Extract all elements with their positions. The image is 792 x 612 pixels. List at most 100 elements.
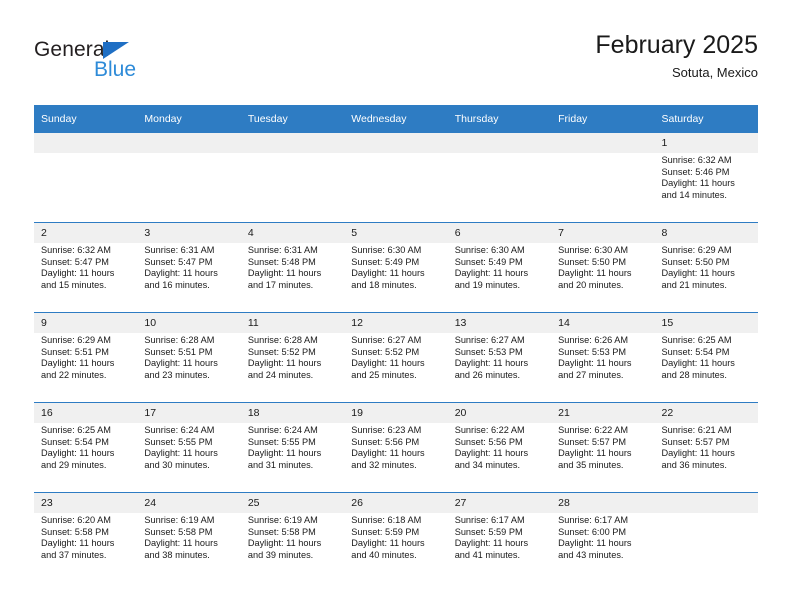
calendar-day-cell[interactable]: 7 Sunrise: 6:30 AM Sunset: 5:50 PM Daylight…	[551, 222, 655, 313]
day-number: 15	[654, 313, 758, 333]
sunrise-text: Sunrise: 6:19 AM	[144, 515, 215, 525]
calendar-header-row: Sunday Monday Tuesday Wednesday Thursday…	[34, 105, 758, 133]
calendar-day-cell[interactable]: 4 Sunrise: 6:31 AM Sunset: 5:48 PM Daylight…	[240, 222, 345, 313]
day-details: Sunrise: 6:27 AM Sunset: 5:53 PM Daylight:…	[448, 333, 551, 381]
sunset-text: Sunset: 5:49 PM	[454, 256, 523, 267]
calendar-day-cell[interactable]: 20 Sunrise: 6:22 AM Sunset: 5:56 PM Dayligh…	[447, 402, 552, 493]
sunrise-text: Sunrise: 6:30 AM	[351, 245, 422, 255]
calendar-day-cell[interactable]: 27 Sunrise: 6:17 AM Sunset: 5:59 PM Dayligh…	[447, 492, 552, 582]
sunrise-text: Sunrise: 6:21 AM	[661, 425, 732, 435]
calendar-day-cell[interactable]: 6 Sunrise: 6:30 AM Sunset: 5:49 PM Daylight…	[447, 222, 552, 313]
calendar-day-cell[interactable]: 28 Sunrise: 6:17 AM Sunset: 6:00 PM Dayligh…	[551, 492, 655, 582]
day-cell-inner: 15 Sunrise: 6:25 AM Sunset: 5:54 PM Dayligh…	[654, 313, 758, 402]
daylight-text-line1: Daylight: 11 hours	[144, 268, 218, 279]
location-subtitle: Sotuta, Mexico	[672, 65, 758, 80]
sunset-text: Sunset: 5:58 PM	[41, 526, 109, 537]
sunset-text: Sunset: 5:56 PM	[454, 436, 523, 447]
day-details: Sunrise: 6:24 AM Sunset: 5:55 PM Daylight:…	[241, 423, 344, 471]
day-details: Sunrise: 6:27 AM Sunset: 5:52 PM Daylight:…	[344, 333, 447, 381]
daylight-text-line2: and 30 minutes.	[144, 459, 210, 470]
sunrise-text: Sunrise: 6:22 AM	[454, 425, 525, 435]
daylight-text-line1: Daylight: 11 hours	[41, 448, 115, 459]
day-cell-inner: 1 Sunrise: 6:32 AM Sunset: 5:46 PM Daylight…	[654, 133, 758, 222]
calendar-day-cell[interactable]: 24 Sunrise: 6:19 AM Sunset: 5:58 PM Dayligh…	[137, 492, 241, 582]
day-number	[240, 133, 345, 153]
daylight-text-line1: Daylight: 11 hours	[41, 268, 115, 279]
day-cell-inner: 28 Sunrise: 6:17 AM Sunset: 6:00 PM Dayligh…	[551, 493, 655, 582]
calendar-day-cell[interactable]: 16 Sunrise: 6:25 AM Sunset: 5:54 PM Dayligh…	[34, 402, 138, 493]
calendar-day-cell[interactable]: 22 Sunrise: 6:21 AM Sunset: 5:57 PM Dayligh…	[654, 402, 758, 493]
daylight-text-line2: and 14 minutes.	[661, 189, 727, 200]
sunrise-text: Sunrise: 6:32 AM	[41, 245, 111, 255]
sunset-text: Sunset: 5:51 PM	[41, 346, 109, 357]
calendar-day-cell[interactable]: 12 Sunrise: 6:27 AM Sunset: 5:52 PM Dayligh…	[344, 312, 448, 403]
calendar-body: 1 Sunrise: 6:32 AM Sunset: 5:46 PM Daylight…	[34, 133, 758, 582]
sunset-text: Sunset: 6:00 PM	[558, 526, 627, 537]
calendar-day-cell[interactable]: 3 Sunrise: 6:31 AM Sunset: 5:47 PM Daylight…	[137, 222, 241, 313]
calendar-day-cell[interactable]: 11 Sunrise: 6:28 AM Sunset: 5:52 PM Dayligh…	[240, 312, 345, 403]
calendar-day-cell[interactable]: 23 Sunrise: 6:20 AM Sunset: 5:58 PM Dayligh…	[34, 492, 138, 582]
calendar-day-cell[interactable]: 9 Sunrise: 6:29 AM Sunset: 5:51 PM Daylight…	[34, 312, 138, 403]
calendar-day-cell[interactable]: 21 Sunrise: 6:22 AM Sunset: 5:57 PM Dayligh…	[551, 402, 655, 493]
day-number: 2	[34, 223, 138, 243]
day-cell-inner: 8 Sunrise: 6:29 AM Sunset: 5:50 PM Daylight…	[654, 223, 758, 312]
daylight-text-line2: and 25 minutes.	[351, 369, 417, 380]
calendar-week-row: 16 Sunrise: 6:25 AM Sunset: 5:54 PM Dayligh…	[34, 402, 758, 493]
daylight-text-line1: Daylight: 11 hours	[351, 268, 425, 279]
calendar-day-cell[interactable]: 2 Sunrise: 6:32 AM Sunset: 5:47 PM Daylight…	[34, 222, 138, 313]
day-cell-inner: 27 Sunrise: 6:17 AM Sunset: 5:59 PM Dayligh…	[447, 493, 552, 582]
daylight-text-line2: and 23 minutes.	[144, 369, 210, 380]
day-number: 12	[344, 313, 448, 333]
calendar-cell-empty	[240, 133, 345, 223]
calendar-week-row: 9 Sunrise: 6:29 AM Sunset: 5:51 PM Daylight…	[34, 312, 758, 403]
sunrise-text: Sunrise: 6:29 AM	[41, 335, 111, 345]
sunrise-text: Sunrise: 6:26 AM	[558, 335, 629, 345]
calendar-day-cell[interactable]: 15 Sunrise: 6:25 AM Sunset: 5:54 PM Dayligh…	[654, 312, 758, 403]
sunrise-text: Sunrise: 6:27 AM	[454, 335, 525, 345]
daylight-text-line1: Daylight: 11 hours	[247, 268, 322, 279]
sunset-text: Sunset: 5:54 PM	[661, 346, 730, 357]
calendar-day-cell[interactable]: 13 Sunrise: 6:27 AM Sunset: 5:53 PM Dayligh…	[447, 312, 552, 403]
sunset-text: Sunset: 5:57 PM	[661, 436, 730, 447]
calendar-day-cell[interactable]: 1 Sunrise: 6:32 AM Sunset: 5:46 PM Daylight…	[654, 133, 758, 223]
day-details: Sunrise: 6:28 AM Sunset: 5:51 PM Daylight:…	[137, 333, 240, 381]
day-number: 22	[654, 403, 758, 423]
calendar-day-cell[interactable]: 25 Sunrise: 6:19 AM Sunset: 5:58 PM Dayligh…	[240, 492, 345, 582]
day-cell-inner	[344, 133, 448, 222]
day-number: 26	[344, 493, 448, 513]
daylight-text-line1: Daylight: 11 hours	[454, 358, 529, 369]
sunrise-text: Sunrise: 6:29 AM	[661, 245, 732, 255]
daylight-text-line1: Daylight: 11 hours	[661, 448, 735, 459]
day-number: 19	[344, 403, 448, 423]
day-number: 27	[447, 493, 552, 513]
day-details: Sunrise: 6:24 AM Sunset: 5:55 PM Daylight:…	[137, 423, 240, 471]
calendar-day-cell[interactable]: 19 Sunrise: 6:23 AM Sunset: 5:56 PM Dayligh…	[344, 402, 448, 493]
daylight-text-line2: and 27 minutes.	[558, 369, 624, 380]
day-number: 8	[654, 223, 758, 243]
day-details: Sunrise: 6:30 AM Sunset: 5:50 PM Daylight:…	[551, 243, 654, 291]
brand-name-blue: Blue	[94, 58, 137, 81]
day-cell-inner	[447, 133, 552, 222]
day-cell-inner: 25 Sunrise: 6:19 AM Sunset: 5:58 PM Dayligh…	[240, 493, 345, 582]
calendar-day-cell[interactable]: 8 Sunrise: 6:29 AM Sunset: 5:50 PM Daylight…	[654, 222, 758, 313]
daylight-text-line1: Daylight: 11 hours	[454, 538, 529, 549]
calendar-day-cell[interactable]: 26 Sunrise: 6:18 AM Sunset: 5:59 PM Dayligh…	[344, 492, 448, 582]
weekday-header-saturday: Saturday	[654, 105, 758, 133]
daylight-text-line2: and 15 minutes.	[41, 279, 107, 290]
sunrise-text: Sunrise: 6:17 AM	[558, 515, 629, 525]
day-details: Sunrise: 6:32 AM Sunset: 5:47 PM Daylight:…	[34, 243, 137, 291]
day-cell-inner: 11 Sunrise: 6:28 AM Sunset: 5:52 PM Dayligh…	[240, 313, 345, 402]
sunrise-text: Sunrise: 6:28 AM	[144, 335, 215, 345]
calendar-day-cell[interactable]: 5 Sunrise: 6:30 AM Sunset: 5:49 PM Daylight…	[344, 222, 448, 313]
calendar-day-cell[interactable]: 14 Sunrise: 6:26 AM Sunset: 5:53 PM Dayligh…	[551, 312, 655, 403]
day-cell-inner: 26 Sunrise: 6:18 AM Sunset: 5:59 PM Dayligh…	[344, 493, 448, 582]
calendar-day-cell[interactable]: 17 Sunrise: 6:24 AM Sunset: 5:55 PM Dayligh…	[137, 402, 241, 493]
day-cell-inner	[654, 493, 758, 582]
daylight-text-line1: Daylight: 11 hours	[558, 538, 632, 549]
calendar-day-cell[interactable]: 10 Sunrise: 6:28 AM Sunset: 5:51 PM Dayligh…	[137, 312, 241, 403]
calendar-day-cell[interactable]: 18 Sunrise: 6:24 AM Sunset: 5:55 PM Dayligh…	[240, 402, 345, 493]
calendar-cell-empty	[137, 133, 241, 223]
sunset-text: Sunset: 5:59 PM	[454, 526, 523, 537]
daylight-text-line2: and 37 minutes.	[41, 549, 107, 560]
brand-logo[interactable]: General Blue	[34, 38, 244, 90]
